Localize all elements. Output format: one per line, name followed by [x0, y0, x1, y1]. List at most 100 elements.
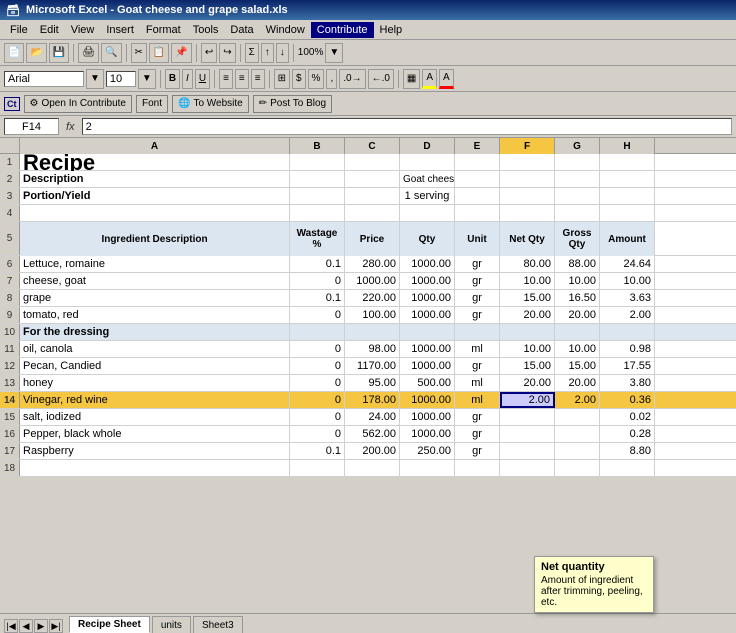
post-to-blog-btn[interactable]: ✏ Post To Blog — [253, 95, 332, 113]
cell-f5[interactable]: Net Qty — [500, 222, 555, 256]
cell-e7[interactable]: gr — [455, 273, 500, 289]
percent-btn[interactable]: % — [308, 69, 325, 89]
cell-d4[interactable] — [400, 205, 455, 221]
cell-h17[interactable]: 8.80 — [600, 443, 655, 459]
cell-c5[interactable]: Price — [345, 222, 400, 256]
tab-nav-prev[interactable]: ◀ — [19, 619, 33, 633]
cell-d12[interactable]: 1000.00 — [400, 358, 455, 374]
cell-d5[interactable]: Qty — [400, 222, 455, 256]
new-btn[interactable]: 📄 — [4, 43, 24, 63]
cell-c13[interactable]: 95.00 — [345, 375, 400, 391]
sort-desc-btn[interactable]: ↓ — [276, 43, 289, 63]
cell-b17[interactable]: 0.1 — [290, 443, 345, 459]
cell-c3[interactable] — [345, 188, 400, 204]
cell-b18[interactable] — [290, 460, 345, 476]
cell-h5[interactable]: Amount — [600, 222, 655, 256]
cell-c9[interactable]: 100.00 — [345, 307, 400, 323]
menu-file[interactable]: File — [4, 22, 34, 38]
font-color-btn[interactable]: A — [439, 69, 454, 89]
cell-h8[interactable]: 3.63 — [600, 290, 655, 306]
cell-b14[interactable]: 0 — [290, 392, 345, 408]
cell-e13[interactable]: ml — [455, 375, 500, 391]
cell-a17[interactable]: Raspberry — [20, 443, 290, 459]
cell-c17[interactable]: 200.00 — [345, 443, 400, 459]
cell-g15[interactable] — [555, 409, 600, 425]
cell-c18[interactable] — [345, 460, 400, 476]
cell-a13[interactable]: honey — [20, 375, 290, 391]
cell-b2[interactable] — [290, 171, 345, 187]
align-center-btn[interactable]: ≡ — [235, 69, 249, 89]
menu-contribute[interactable]: Contribute — [311, 22, 374, 38]
cell-reference-box[interactable] — [4, 118, 59, 135]
cell-d9[interactable]: 1000.00 — [400, 307, 455, 323]
cell-g3[interactable] — [555, 188, 600, 204]
cell-b8[interactable]: 0.1 — [290, 290, 345, 306]
sort-asc-btn[interactable]: ↑ — [261, 43, 274, 63]
tab-nav-last[interactable]: ▶| — [49, 619, 63, 633]
cell-e15[interactable]: gr — [455, 409, 500, 425]
cell-g6[interactable]: 88.00 — [555, 256, 600, 272]
fill-color-btn[interactable]: A — [422, 69, 437, 89]
cell-f6[interactable]: 80.00 — [500, 256, 555, 272]
col-header-f[interactable]: F — [500, 138, 555, 154]
menu-data[interactable]: Data — [224, 22, 259, 38]
col-header-g[interactable]: G — [555, 138, 600, 154]
preview-btn[interactable]: 🔍 — [101, 43, 121, 63]
font-size-input[interactable] — [106, 71, 136, 87]
align-left-btn[interactable]: ≡ — [219, 69, 233, 89]
cell-d3[interactable]: 1 serving — [400, 188, 455, 204]
cell-b7[interactable]: 0 — [290, 273, 345, 289]
cell-c1[interactable] — [345, 154, 400, 170]
cell-c7[interactable]: 1000.00 — [345, 273, 400, 289]
cell-e10[interactable] — [455, 324, 500, 340]
cell-b4[interactable] — [290, 205, 345, 221]
dec-increase-btn[interactable]: .0→ — [339, 69, 365, 89]
menu-tools[interactable]: Tools — [187, 22, 225, 38]
cell-g18[interactable] — [555, 460, 600, 476]
cell-b16[interactable]: 0 — [290, 426, 345, 442]
cell-b5[interactable]: Wastage % — [290, 222, 345, 256]
menu-help[interactable]: Help — [374, 22, 409, 38]
cell-a15[interactable]: salt, iodized — [20, 409, 290, 425]
cell-f9[interactable]: 20.00 — [500, 307, 555, 323]
cell-h2[interactable] — [600, 171, 655, 187]
cell-h15[interactable]: 0.02 — [600, 409, 655, 425]
copy-btn[interactable]: 📋 — [149, 43, 169, 63]
cell-d14[interactable]: 1000.00 — [400, 392, 455, 408]
currency-btn[interactable]: $ — [292, 69, 306, 89]
cell-f7[interactable]: 10.00 — [500, 273, 555, 289]
cell-f14[interactable]: 2.00 — [500, 392, 555, 408]
tab-sheet3[interactable]: Sheet3 — [193, 616, 243, 633]
cell-a18[interactable] — [20, 460, 290, 476]
cell-a14[interactable]: Vinegar, red wine — [20, 392, 290, 408]
cell-g14[interactable]: 2.00 — [555, 392, 600, 408]
cell-h14[interactable]: 0.36 — [600, 392, 655, 408]
font-name-input[interactable] — [4, 71, 84, 87]
cell-h3[interactable] — [600, 188, 655, 204]
cell-h13[interactable]: 3.80 — [600, 375, 655, 391]
cell-g8[interactable]: 16.50 — [555, 290, 600, 306]
cell-a16[interactable]: Pepper, black whole — [20, 426, 290, 442]
cell-f8[interactable]: 15.00 — [500, 290, 555, 306]
cell-h11[interactable]: 0.98 — [600, 341, 655, 357]
cell-d7[interactable]: 1000.00 — [400, 273, 455, 289]
cell-h10[interactable] — [600, 324, 655, 340]
cell-g11[interactable]: 10.00 — [555, 341, 600, 357]
cell-a8[interactable]: grape — [20, 290, 290, 306]
font-size-dropdown[interactable]: ▼ — [138, 69, 156, 89]
cell-f11[interactable]: 10.00 — [500, 341, 555, 357]
cell-c6[interactable]: 280.00 — [345, 256, 400, 272]
cell-e18[interactable] — [455, 460, 500, 476]
cell-g13[interactable]: 20.00 — [555, 375, 600, 391]
cell-c8[interactable]: 220.00 — [345, 290, 400, 306]
cell-d1[interactable] — [400, 154, 455, 170]
cell-a10[interactable]: For the dressing — [20, 324, 290, 340]
cell-a2[interactable]: Description — [20, 171, 290, 187]
cell-a7[interactable]: cheese, goat — [20, 273, 290, 289]
font-name-dropdown[interactable]: ▼ — [86, 69, 104, 89]
cell-c15[interactable]: 24.00 — [345, 409, 400, 425]
cell-e3[interactable] — [455, 188, 500, 204]
cell-a11[interactable]: oil, canola — [20, 341, 290, 357]
tab-recipe-sheet[interactable]: Recipe Sheet — [69, 616, 150, 633]
col-header-d[interactable]: D — [400, 138, 455, 154]
